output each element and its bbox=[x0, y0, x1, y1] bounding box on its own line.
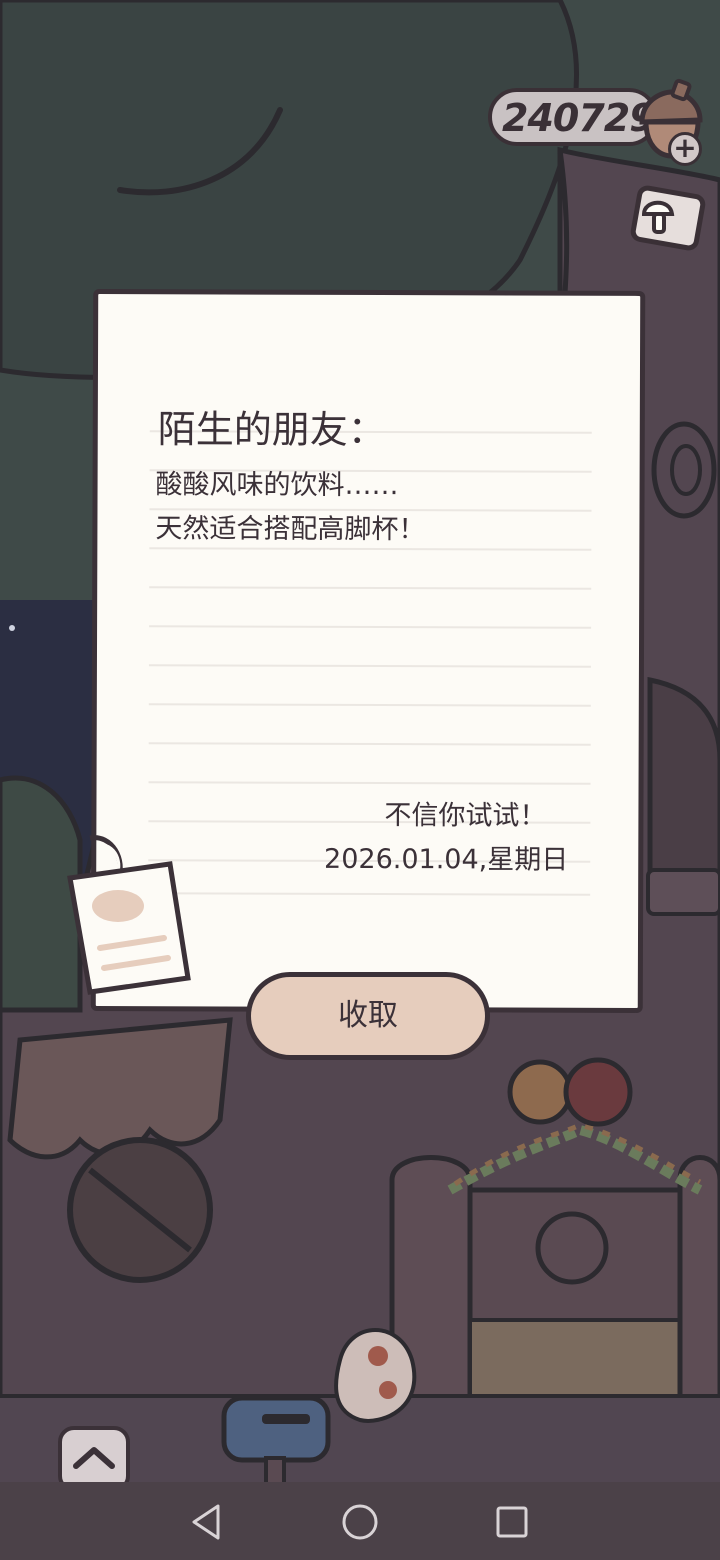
ruled-line bbox=[148, 742, 591, 746]
ruled-line bbox=[149, 586, 592, 590]
ruled-line bbox=[149, 547, 592, 551]
note-tag-icon bbox=[67, 835, 191, 995]
ruled-line bbox=[149, 625, 592, 629]
letter-body-line: 酸酸风味的饮料…… bbox=[155, 469, 399, 502]
ruled-line bbox=[148, 664, 591, 668]
receive-button[interactable]: 收取 bbox=[246, 972, 490, 1060]
home-circle-icon[interactable] bbox=[338, 1500, 382, 1544]
letter-signature: 不信你试试！ bbox=[384, 800, 547, 832]
letter-body-line: 天然适合搭配高脚杯！ bbox=[155, 513, 426, 546]
mushroom-button[interactable] bbox=[622, 184, 706, 254]
letter-date: 2026.01.04,星期日 bbox=[324, 843, 569, 876]
chevron-up-icon bbox=[73, 1447, 115, 1469]
ruled-line bbox=[148, 892, 591, 896]
letter-greeting: 陌生的朋友： bbox=[157, 407, 386, 453]
ruled-line bbox=[148, 703, 591, 707]
system-navigation-bar bbox=[0, 1482, 720, 1560]
back-triangle-icon[interactable] bbox=[184, 1500, 228, 1544]
plus-icon: + bbox=[673, 131, 697, 164]
recents-square-icon[interactable] bbox=[490, 1500, 534, 1544]
add-currency-button[interactable]: + bbox=[668, 132, 702, 166]
ruled-line bbox=[148, 781, 591, 785]
